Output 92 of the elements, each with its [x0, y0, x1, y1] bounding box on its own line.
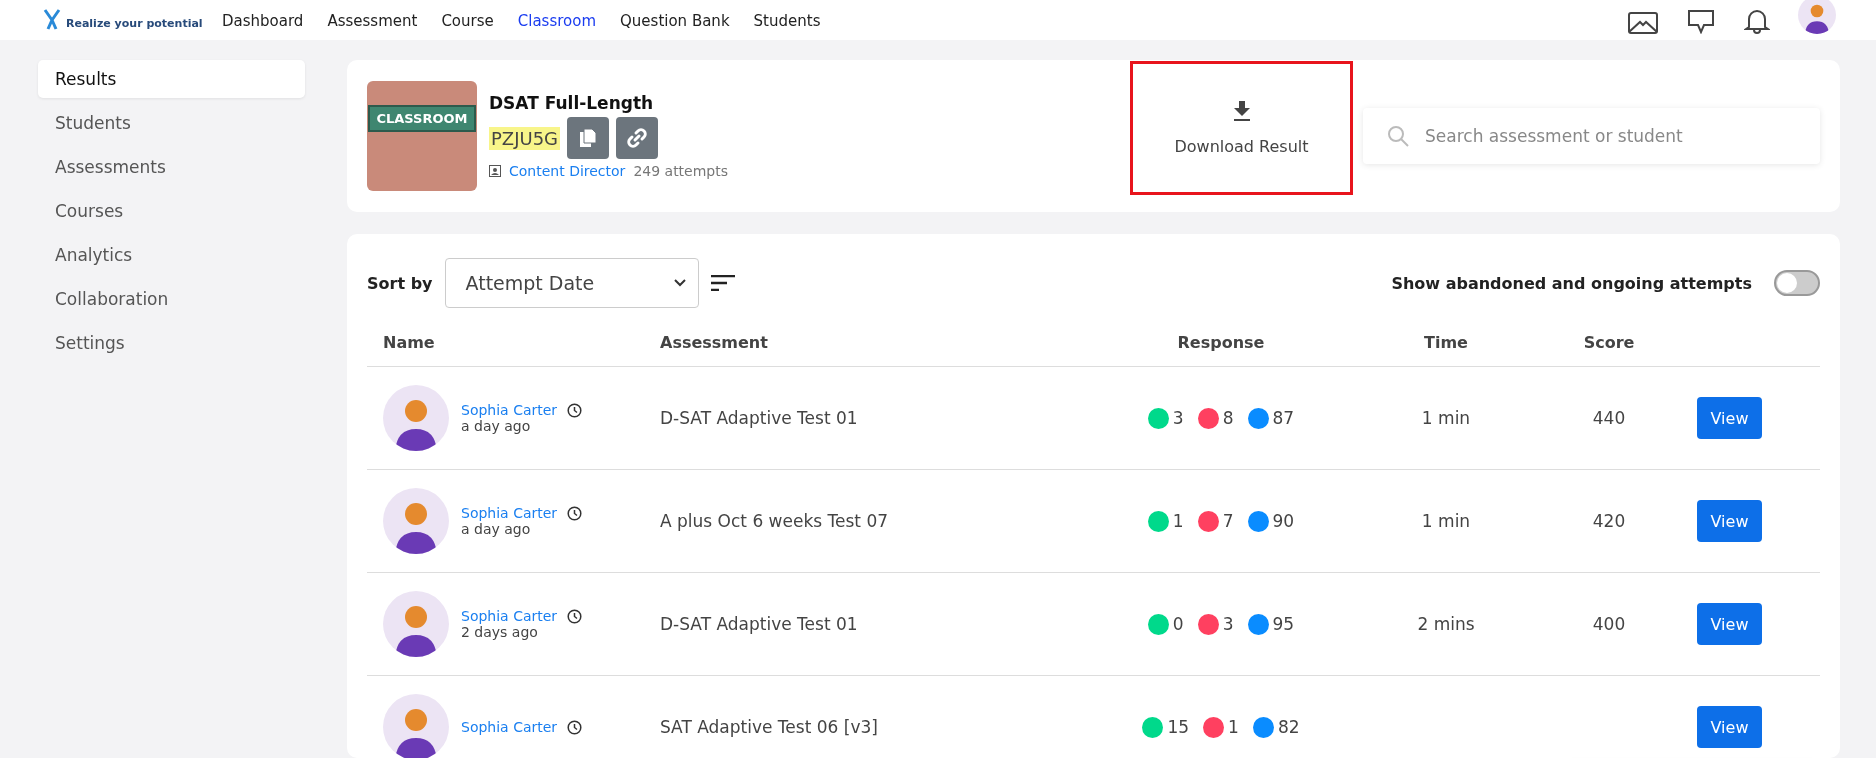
status-dot [1252, 716, 1274, 738]
copy-button[interactable] [567, 117, 610, 159]
toggle-label: Show abandoned and ongoing attempts [1391, 273, 1752, 293]
response-count: 7 [1222, 511, 1234, 531]
sidebar-item[interactable]: Students [38, 104, 305, 142]
assessment-name: D-SAT Adaptive Test 01 [659, 408, 859, 428]
chevron-down-icon [673, 279, 686, 287]
nav-link[interactable]: Dashboard [222, 12, 304, 30]
status-dot [1247, 510, 1269, 532]
status-dot [1147, 510, 1169, 532]
column-header: Response [1176, 332, 1266, 352]
status-dot [1247, 613, 1269, 635]
time-taken: 1 min [1420, 408, 1472, 428]
column-header: Time [1423, 332, 1469, 352]
column-header: Name [382, 332, 436, 352]
sort-icon[interactable] [710, 275, 735, 291]
copy-icon [579, 128, 598, 148]
download-result-button[interactable]: Download Result [1130, 61, 1353, 195]
time-taken: 1 min [1420, 511, 1472, 531]
response-count: 90 [1272, 511, 1295, 531]
score: 420 [1592, 511, 1626, 531]
status-dot [1247, 407, 1269, 429]
response-count: 82 [1277, 717, 1300, 737]
time-taken: 2 mins [1416, 614, 1476, 634]
status-dot [1197, 407, 1219, 429]
nav-link[interactable]: Classroom [517, 12, 597, 30]
thumbnail-label: CLASSROOM [368, 105, 476, 132]
logo-tagline: Realize your potential [66, 17, 203, 30]
nav-link[interactable]: Students [753, 12, 821, 30]
sidebar-item[interactable]: Results [38, 60, 305, 98]
status-dot [1147, 407, 1169, 429]
sidebar-item[interactable]: Collaboration [38, 280, 305, 318]
nav-link[interactable]: Question Bank [620, 12, 730, 30]
attempts-count: 249 attempts [633, 163, 729, 179]
nav-link[interactable]: Assessment [327, 12, 418, 30]
view-button[interactable]: View [1697, 706, 1762, 748]
user-avatar[interactable] [1798, 0, 1836, 34]
attempt-date: 2 days ago [461, 624, 539, 640]
link-icon [627, 128, 648, 148]
response-count: 1 [1228, 717, 1239, 737]
status-dot [1203, 716, 1225, 738]
response-count: 8 [1222, 408, 1234, 428]
clock-icon [567, 608, 583, 624]
sidebar-item[interactable]: Courses [38, 192, 305, 230]
status-dot [1197, 613, 1219, 635]
response-count: 15 [1167, 717, 1190, 737]
classroom-title: DSAT Full-Length [489, 93, 655, 113]
clock-icon [567, 402, 583, 418]
toggle-switch[interactable] [1774, 270, 1820, 296]
response-count: 1 [1172, 511, 1184, 531]
assessment-name: SAT Adaptive Test 06 [v3] [659, 717, 879, 737]
clock-icon [567, 719, 583, 735]
view-button[interactable]: View [1697, 603, 1762, 645]
download-icon [1232, 100, 1251, 121]
response-count: 87 [1272, 408, 1295, 428]
status-dot [1147, 613, 1169, 635]
student-name-link[interactable]: Sophia Carter [461, 719, 558, 735]
sidebar-item[interactable]: Settings [38, 324, 305, 362]
attempt-date: a day ago [461, 418, 532, 434]
view-button[interactable]: View [1697, 500, 1762, 542]
score: 400 [1592, 614, 1626, 634]
student-name-link[interactable]: Sophia Carter [461, 608, 558, 624]
bell-icon[interactable] [1744, 10, 1770, 34]
sidebar-item[interactable]: Analytics [38, 236, 305, 274]
owner-link[interactable]: Content Director [509, 163, 626, 179]
status-dot [1142, 716, 1164, 738]
search-field[interactable]: Search assessment or student [1363, 108, 1820, 164]
response-count: 3 [1172, 408, 1184, 428]
response-count: 3 [1222, 614, 1234, 634]
response-count: 0 [1172, 614, 1184, 634]
assessment-name: A plus Oct 6 weeks Test 07 [659, 511, 890, 531]
student-name-link[interactable]: Sophia Carter [461, 505, 558, 521]
contact-card-icon [489, 165, 501, 177]
column-header: Assessment [659, 332, 769, 352]
classroom-code: PZJU5G [489, 126, 561, 150]
sort-dropdown[interactable]: Attempt Date [444, 258, 699, 308]
column-header: Score [1582, 332, 1636, 352]
logo-icon [42, 8, 62, 30]
sidebar-item[interactable]: Assessments [38, 148, 305, 186]
nav-link[interactable]: Course [441, 12, 494, 30]
score: 440 [1592, 408, 1626, 428]
view-button[interactable]: View [1697, 397, 1762, 439]
attempt-date: a day ago [461, 521, 532, 537]
chat-icon[interactable] [1686, 10, 1716, 34]
clock-icon [567, 505, 583, 521]
assessment-name: D-SAT Adaptive Test 01 [659, 614, 859, 634]
link-button[interactable] [616, 117, 659, 159]
student-name-link[interactable]: Sophia Carter [461, 402, 558, 418]
response-count: 95 [1272, 614, 1295, 634]
search-icon [1387, 125, 1409, 147]
sort-label: Sort by [367, 273, 433, 293]
status-dot [1197, 510, 1219, 532]
